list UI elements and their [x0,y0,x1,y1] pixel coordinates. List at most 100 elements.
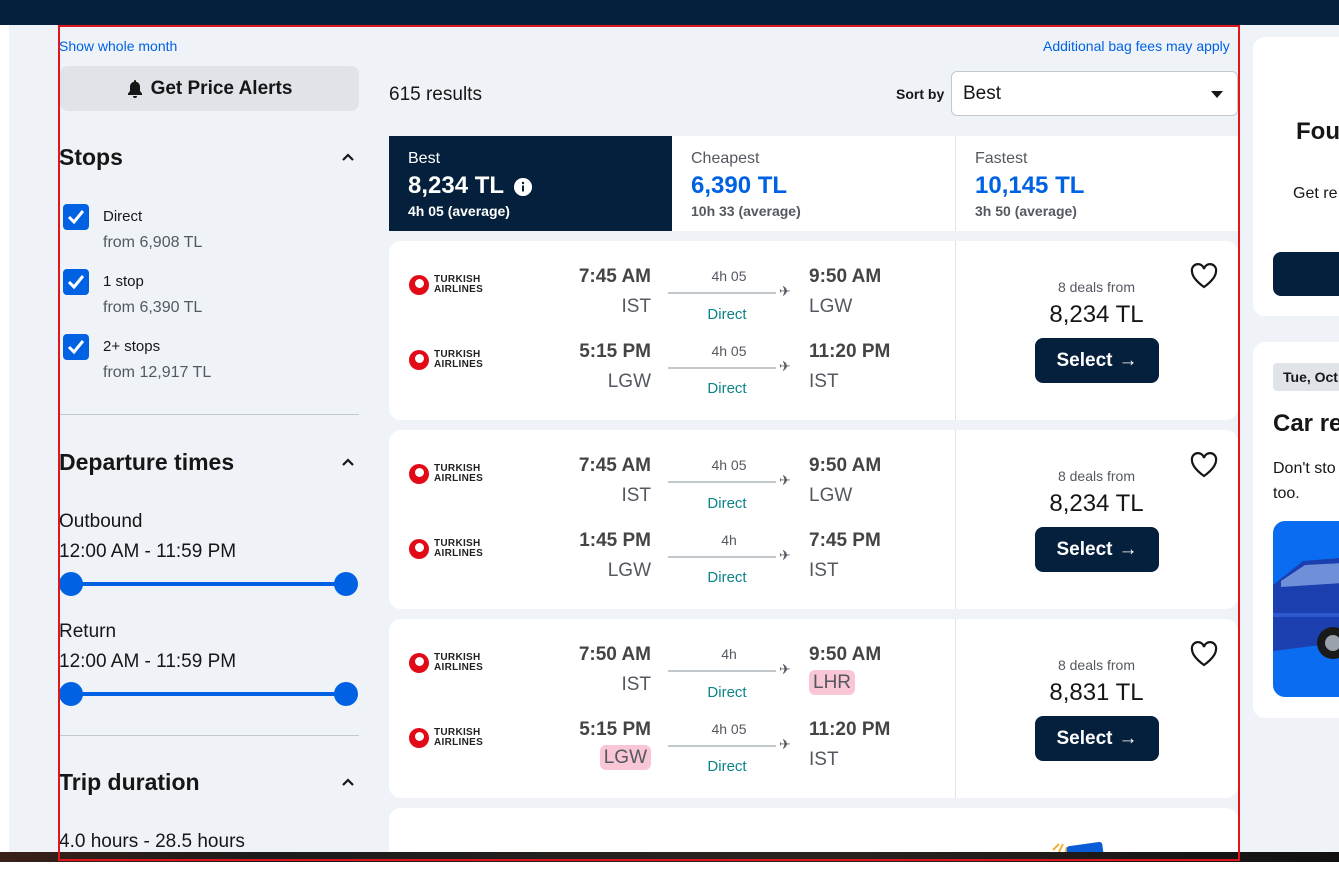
plane-icon: ✈ [779,736,791,752]
tab-best[interactable]: Best 8,234 TL 4h 05 (average) [389,136,672,231]
airport-highlight: LGW [599,745,651,770]
trip-duration-range: 4.0 hours - 28.5 hours [59,831,245,852]
stops-label: Direct [707,306,747,323]
departure-time: 7:45 AM [578,266,651,287]
return-label: Return [59,621,117,642]
arrival-time: 11:20 PM [809,719,891,740]
arrival-airport-different: LHR [809,670,856,695]
plane-icon: ✈ [779,283,791,299]
outbound-slider-min-handle[interactable] [59,572,83,596]
airline-logo: TURKISH AIRLINES [409,726,489,750]
stops-heading: Stops [59,144,123,170]
flight-duration: 4h 05 [711,721,747,737]
stops-label: Direct [707,758,747,775]
flight-leg-outbound: TURKISH AIRLINES 7:45 AM IST 4h 05 ✈ Dir… [389,263,955,323]
stops-option-price: from 12,917 TL [103,364,212,381]
arrow-right-icon: → [1118,727,1138,749]
caret-down-icon [1211,91,1223,98]
airline-name: TURKISH AIRLINES [434,274,484,295]
chevron-up-icon[interactable] [340,149,356,165]
flight-leg-return: TURKISH AIRLINES 5:15 PM LGW 4h 05 ✈ Dir… [389,716,955,776]
plane-icon: ✈ [779,547,791,563]
return-slider-min-handle[interactable] [59,682,83,706]
get-price-alerts-button[interactable]: Get Price Alerts [60,66,359,111]
flight-price: 8,234 TL [1049,490,1144,517]
arrival-time: 9:50 AM [809,266,882,287]
airline-name: TURKISH AIRLINES [434,349,484,370]
right-promo-text: Get re [1293,185,1338,202]
airline-logo: TURKISH AIRLINES [409,273,489,297]
stops-label: Direct [707,495,747,512]
chevron-up-icon[interactable] [340,774,356,790]
bag-fees-link[interactable]: Additional bag fees may apply [1043,38,1230,54]
arrival-time: 9:50 AM [809,455,882,476]
chevron-up-icon[interactable] [340,454,356,470]
flight-card[interactable]: TURKISH AIRLINES 7:45 AM IST 4h 05 ✈ Dir… [389,241,1238,420]
bottom-margin [0,862,1339,886]
car-rental-title: Car re [1273,410,1339,437]
tab-best-duration: 4h 05 (average) [408,203,510,219]
tab-fastest-duration: 3h 50 (average) [975,203,1077,219]
check-icon [67,275,85,290]
stops-option-label: Direct [103,208,143,225]
show-whole-month-link[interactable]: Show whole month [59,38,177,54]
outbound-slider-max-handle[interactable] [334,572,358,596]
outbound-range: 12:00 AM - 11:59 PM [59,541,237,562]
select-label: Select [1056,349,1113,371]
arrival-time: 7:45 PM [809,530,881,551]
flight-line [668,670,776,672]
arrival-airport: IST [809,749,839,770]
tab-cheapest[interactable]: Cheapest 6,390 TL 10h 33 (average) [672,136,956,231]
results-count: 615 results [389,84,482,105]
card-divider [955,619,956,798]
return-range: 12:00 AM - 11:59 PM [59,651,237,672]
flight-line [668,745,776,747]
checkbox-1-stop[interactable] [63,269,89,295]
arrival-time: 11:20 PM [809,341,891,362]
select-button[interactable]: Select → [1035,338,1159,383]
airline-name: TURKISH AIRLINES [434,463,484,484]
flight-card[interactable]: TURKISH AIRLINES 7:50 AM IST 4h ✈ Direct… [389,619,1238,798]
stops-label: Direct [707,569,747,586]
trip-duration-heading: Trip duration [59,769,200,795]
departure-time: 7:50 AM [578,644,651,665]
flight-line [668,367,776,369]
top-nav-bar [0,0,1339,25]
flight-duration: 4h [721,532,737,548]
airline-logo: TURKISH AIRLINES [409,348,489,372]
deals-count: 8 deals from [1057,468,1136,484]
tab-fastest[interactable]: Fastest 10,145 TL 3h 50 (average) [956,136,1238,231]
flight-card[interactable]: TURKISH AIRLINES 7:45 AM IST 4h 05 ✈ Dir… [389,430,1238,609]
flight-line [668,556,776,558]
sort-select[interactable]: Best [951,71,1238,116]
select-button[interactable]: Select → [1035,527,1159,572]
checkbox-2-plus-stops[interactable] [63,334,89,360]
sort-tabs: Best 8,234 TL 4h 05 (average) Cheapest 6… [389,136,1238,231]
outbound-slider-track[interactable] [71,582,346,586]
stops-label: Direct [707,684,747,701]
checkbox-direct[interactable] [63,204,89,230]
stops-option-label: 1 stop [103,273,144,290]
departure-airport: IST [621,674,651,695]
departure-airport: LGW [607,560,651,581]
departure-airport-different: LGW [599,745,651,770]
deals-count: 8 deals from [1057,657,1136,673]
right-promo-button[interactable] [1273,252,1339,296]
flight-leg-outbound: TURKISH AIRLINES 7:50 AM IST 4h ✈ Direct… [389,641,955,701]
arrival-airport: LGW [809,485,853,506]
select-button[interactable]: Select → [1035,716,1159,761]
flight-line [668,481,776,483]
info-icon[interactable] [514,178,532,196]
date-badge: Tue, Oct [1273,363,1339,391]
car-rental-card: Tue, Oct Car re Don't sto too. [1253,342,1339,718]
return-slider-max-handle[interactable] [334,682,358,706]
airline-name: TURKISH AIRLINES [434,538,484,559]
bell-icon [127,79,142,98]
airline-logo: TURKISH AIRLINES [409,537,489,561]
return-slider-track[interactable] [71,692,346,696]
deals-count: 8 deals from [1057,279,1136,295]
bottom-image-strip [0,852,1339,862]
airline-logo: TURKISH AIRLINES [409,651,489,675]
price-alerts-label: Get Price Alerts [150,77,293,99]
departure-airport: IST [621,485,651,506]
